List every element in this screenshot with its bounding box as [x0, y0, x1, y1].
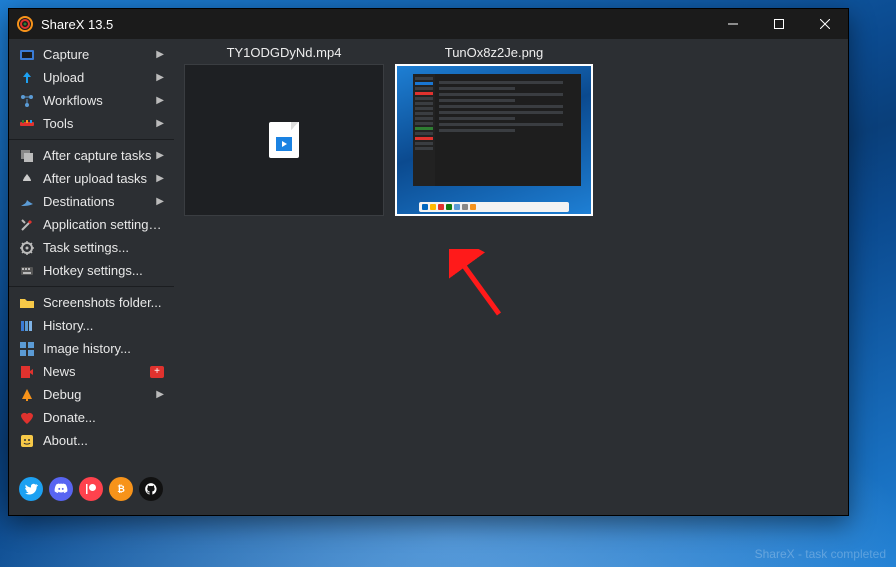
sidebar-item-screenshots-folder[interactable]: Screenshots folder... — [9, 291, 174, 314]
capture-icon — [19, 47, 35, 63]
twitter-icon[interactable] — [19, 477, 43, 501]
sidebar-item-about[interactable]: About... — [9, 429, 174, 452]
app-title: ShareX 13.5 — [41, 17, 113, 32]
sidebar-item-workflows[interactable]: Workflows ▶ — [9, 89, 174, 112]
news-badge: + — [150, 366, 164, 378]
after-upload-icon — [19, 171, 35, 187]
sidebar-item-hotkey-settings[interactable]: Hotkey settings... — [9, 259, 174, 282]
image-preview — [395, 64, 593, 216]
sidebar-item-label: Tools — [43, 116, 156, 131]
sidebar-item-donate[interactable]: Donate... — [9, 406, 174, 429]
maximize-button[interactable] — [756, 9, 802, 39]
separator — [9, 286, 174, 287]
status-hint: ShareX - task completed — [755, 547, 886, 561]
sidebar-item-label: Destinations — [43, 194, 156, 209]
tools-icon — [19, 116, 35, 132]
discord-icon[interactable] — [49, 477, 73, 501]
social-links: ₿ — [9, 469, 174, 511]
sidebar-item-label: Task settings... — [43, 240, 164, 255]
submenu-arrow-icon: ▶ — [156, 118, 164, 129]
submenu-arrow-icon: ▶ — [156, 49, 164, 60]
sidebar-item-app-settings[interactable]: Application settings... — [9, 213, 174, 236]
destinations-icon — [19, 194, 35, 210]
submenu-arrow-icon: ▶ — [156, 173, 164, 184]
submenu-arrow-icon: ▶ — [156, 196, 164, 207]
file-item[interactable]: TunOx8z2Je.png — [394, 45, 594, 216]
file-thumbnail[interactable] — [394, 64, 594, 216]
workflows-icon — [19, 93, 35, 109]
sidebar-item-debug[interactable]: Debug ▶ — [9, 383, 174, 406]
sidebar-item-label: After capture tasks — [43, 148, 156, 163]
sidebar-item-upload[interactable]: Upload ▶ — [9, 66, 174, 89]
sidebar-item-label: Debug — [43, 387, 156, 402]
separator — [9, 139, 174, 140]
sidebar-item-capture[interactable]: Capture ▶ — [9, 43, 174, 66]
hotkey-settings-icon — [19, 263, 35, 279]
submenu-arrow-icon: ▶ — [156, 72, 164, 83]
sidebar-item-news[interactable]: News + — [9, 360, 174, 383]
sidebar: Capture ▶ Upload ▶ Workflows ▶ Tools ▶ — [9, 39, 174, 515]
history-icon — [19, 318, 35, 334]
folder-icon — [19, 295, 35, 311]
news-icon — [19, 364, 35, 380]
app-icon — [17, 16, 33, 32]
patreon-icon[interactable] — [79, 477, 103, 501]
video-file-icon — [269, 122, 299, 158]
sidebar-item-label: Screenshots folder... — [43, 295, 164, 310]
titlebar[interactable]: ShareX 13.5 — [9, 9, 848, 39]
sidebar-item-label: Donate... — [43, 410, 164, 425]
file-name: TunOx8z2Je.png — [394, 45, 594, 60]
sidebar-item-label: News — [43, 364, 146, 379]
task-settings-icon — [19, 240, 35, 256]
donate-icon — [19, 410, 35, 426]
sharex-window: ShareX 13.5 Capture ▶ Upload ▶ — [8, 8, 849, 516]
file-thumbnail[interactable] — [184, 64, 384, 216]
sidebar-item-task-settings[interactable]: Task settings... — [9, 236, 174, 259]
sidebar-item-label: After upload tasks — [43, 171, 156, 186]
github-icon[interactable] — [139, 477, 163, 501]
bitcoin-icon[interactable]: ₿ — [109, 477, 133, 501]
sidebar-item-label: Hotkey settings... — [43, 263, 164, 278]
sidebar-item-label: History... — [43, 318, 164, 333]
sidebar-item-tools[interactable]: Tools ▶ — [9, 112, 174, 135]
file-name: TY1ODGDyNd.mp4 — [184, 45, 384, 60]
sidebar-item-label: Application settings... — [43, 217, 164, 232]
sidebar-item-label: Workflows — [43, 93, 156, 108]
annotation-arrow — [449, 249, 509, 319]
file-list[interactable]: TY1ODGDyNd.mp4 TunOx8z2Je.png — [174, 39, 848, 515]
sidebar-item-label: Image history... — [43, 341, 164, 356]
image-history-icon — [19, 341, 35, 357]
file-item[interactable]: TY1ODGDyNd.mp4 — [184, 45, 384, 216]
sidebar-item-after-capture[interactable]: After capture tasks ▶ — [9, 144, 174, 167]
debug-icon — [19, 387, 35, 403]
sidebar-item-history[interactable]: History... — [9, 314, 174, 337]
minimize-button[interactable] — [710, 9, 756, 39]
submenu-arrow-icon: ▶ — [156, 389, 164, 400]
sidebar-item-label: Capture — [43, 47, 156, 62]
sidebar-item-image-history[interactable]: Image history... — [9, 337, 174, 360]
sidebar-item-after-upload[interactable]: After upload tasks ▶ — [9, 167, 174, 190]
sidebar-item-label: Upload — [43, 70, 156, 85]
sidebar-item-destinations[interactable]: Destinations ▶ — [9, 190, 174, 213]
upload-icon — [19, 70, 35, 86]
close-button[interactable] — [802, 9, 848, 39]
after-capture-icon — [19, 148, 35, 164]
about-icon — [19, 433, 35, 449]
submenu-arrow-icon: ▶ — [156, 95, 164, 106]
app-settings-icon — [19, 217, 35, 233]
sidebar-item-label: About... — [43, 433, 164, 448]
submenu-arrow-icon: ▶ — [156, 150, 164, 161]
svg-text:₿: ₿ — [117, 484, 125, 494]
